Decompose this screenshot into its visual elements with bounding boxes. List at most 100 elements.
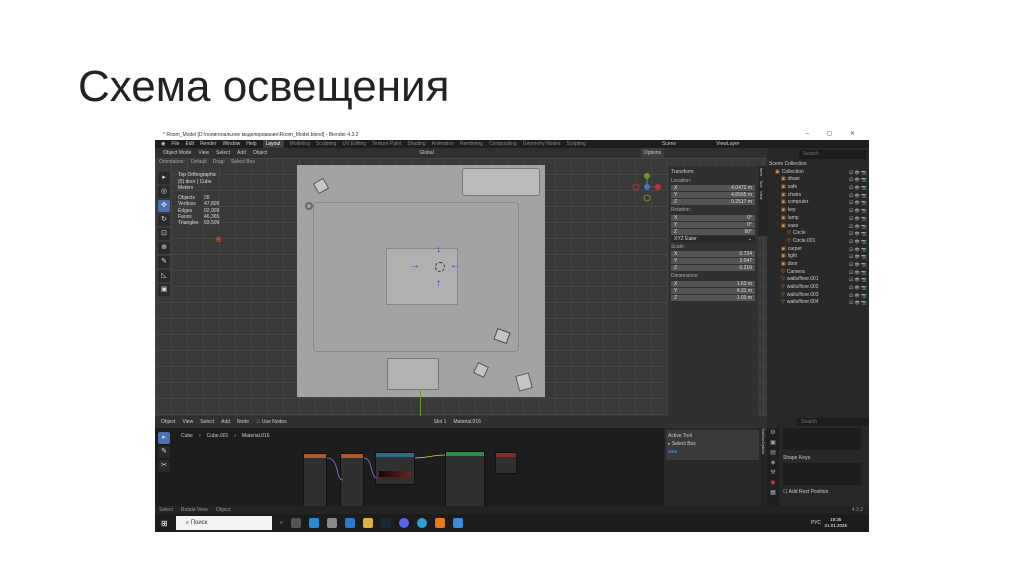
visibility-toggles[interactable]: ☑ 👁 📷 (849, 223, 867, 231)
crumb-object[interactable]: Cube (181, 433, 193, 439)
cortana-icon[interactable]: ○ (280, 520, 283, 526)
outliner-item[interactable]: ▣ Collection ☑ 👁 📷 (769, 169, 867, 177)
visibility-toggles[interactable]: ☑ 👁 📷 (849, 284, 867, 292)
outliner-item[interactable]: ▽ walls/floor.002 ☑ 👁 📷 (769, 284, 867, 292)
menu-add[interactable]: Add (237, 148, 246, 158)
rotate-tool-icon[interactable]: ↻ (158, 214, 170, 226)
outliner-item[interactable]: ▣ carpet ☑ 👁 📷 (769, 246, 867, 254)
location-x[interactable]: X 4.0472 m (671, 185, 755, 192)
windows-start-icon[interactable]: ⊞ (161, 519, 168, 528)
steam-icon[interactable] (380, 518, 391, 528)
outliner-item[interactable]: ▽ Circle.001 ☑ 👁 📷 (769, 238, 867, 246)
cursor-tool-icon[interactable]: ◎ (158, 186, 170, 198)
visibility-toggles[interactable]: ☑ 👁 📷 (849, 261, 867, 269)
orientation-dropdown[interactable]: Default (191, 158, 207, 166)
menu-select[interactable]: Select (200, 416, 214, 428)
rotation-z[interactable]: Z 90° (671, 228, 755, 235)
rotation-x[interactable]: X 0° (671, 214, 755, 221)
tab-modeling[interactable]: Modeling (290, 140, 310, 148)
light-icon[interactable] (435, 262, 445, 272)
clock[interactable]: 19:36 21.01.2025 (824, 517, 847, 529)
language-indicator[interactable]: РУС (811, 520, 821, 526)
menu-file[interactable]: File (171, 140, 179, 148)
visibility-toggles[interactable]: ☑ 👁 📷 (849, 246, 867, 254)
tab-compositing[interactable]: Compositing (489, 140, 517, 148)
outliner-item[interactable]: ▣ chairs ☑ 👁 📷 (769, 192, 867, 200)
measure-tool-icon[interactable]: ◺ (158, 270, 170, 282)
mail-icon[interactable] (344, 518, 355, 528)
tab-sculpting[interactable]: Sculpting (316, 140, 337, 148)
outliner-item[interactable]: ▣ divan ☑ 👁 📷 (769, 176, 867, 184)
menu-render[interactable]: Render (200, 140, 216, 148)
tab-texture-paint[interactable]: Texture Paint (372, 140, 401, 148)
scale-x[interactable]: X 0.734 (671, 251, 755, 258)
desk[interactable] (387, 358, 439, 390)
select-box-tool[interactable]: ▸ Select Box (668, 440, 757, 448)
visibility-toggles[interactable]: ☑ 👁 📷 (849, 199, 867, 207)
scene-collection[interactable]: Scene Collection (769, 161, 867, 169)
menu-node[interactable]: Node (237, 416, 249, 428)
blender-logo-icon[interactable]: ◉ (161, 140, 165, 148)
outliner-item[interactable]: ▣ door ☑ 👁 📷 (769, 261, 867, 269)
tab-layout[interactable]: Layout (262, 140, 284, 148)
blender-icon[interactable] (434, 518, 445, 528)
annotate-tool-icon[interactable]: ✎ (158, 256, 170, 268)
shape-keys-list[interactable] (783, 463, 861, 485)
visibility-toggles[interactable]: ☑ 👁 📷 (849, 215, 867, 223)
tab-view[interactable]: View (758, 189, 765, 202)
transform-orientation[interactable]: Global (419, 148, 433, 158)
visibility-toggles[interactable]: ☑ 👁 📷 (849, 276, 867, 284)
dimensions-x[interactable]: X 1.63 m (671, 280, 755, 287)
crumb-mesh[interactable]: Cube.001 (207, 433, 229, 439)
outliner-item[interactable]: ▣ safe ☑ 👁 📷 (769, 184, 867, 192)
menu-window[interactable]: Window (222, 140, 240, 148)
outliner-item[interactable]: ▣ lamp ☑ 👁 📷 (769, 215, 867, 223)
outliner-item[interactable]: ▣ light ☑ 👁 📷 (769, 253, 867, 261)
navigation-gizmo[interactable] (632, 172, 662, 202)
menu-object[interactable]: Object (253, 148, 267, 158)
view-layer-selector[interactable]: ViewLayer (716, 140, 739, 148)
menu-select[interactable]: Select (216, 148, 230, 158)
use-nodes-checkbox[interactable]: ☑ Use Nodes (256, 416, 287, 428)
properties-search[interactable]: Search (797, 418, 869, 426)
menu-view[interactable]: View (198, 148, 209, 158)
visibility-toggles[interactable]: ☑ 👁 📷 (849, 292, 867, 300)
annotate-tool-icon[interactable]: ✎ (158, 446, 170, 458)
shape-keys-header[interactable]: Shape Keys (783, 455, 869, 461)
add-rest-position-checkbox[interactable]: ☐ Add Rest Position (783, 489, 869, 495)
select-tool-icon[interactable]: ▸ (158, 432, 170, 444)
active-tool-header[interactable]: Active Tool (668, 432, 757, 440)
location-y[interactable]: Y 4.8505 m (671, 192, 755, 199)
visibility-toggles[interactable]: ☑ 👁 📷 (849, 238, 867, 246)
move-tool-icon[interactable]: ✥ (158, 200, 170, 212)
scene-selector[interactable]: Scene (662, 140, 676, 148)
tab-options[interactable]: Options (761, 442, 765, 454)
outliner-item[interactable]: ▽ walls/floor.001 ☑ 👁 📷 (769, 276, 867, 284)
visibility-toggles[interactable]: ☑ 👁 📷 (849, 207, 867, 215)
outliner-item[interactable]: ▽ Circle ☑ 👁 📷 (769, 230, 867, 238)
tab-view[interactable]: View (761, 434, 765, 442)
dimensions-y[interactable]: Y 4.31 m (671, 287, 755, 294)
edge-icon[interactable] (308, 518, 319, 528)
taskbar-search[interactable]: ⌕ Поиск (175, 516, 272, 530)
outliner-item[interactable]: ▽ walls/floor.004 ☑ 👁 📷 (769, 299, 867, 307)
tab-item[interactable]: Item (758, 166, 765, 178)
window-controls[interactable]: – ▢ ✕ (806, 130, 863, 137)
vertex-groups-list[interactable] (783, 428, 861, 450)
visibility-toggles[interactable]: ☑ 👁 📷 (849, 176, 867, 184)
outliner-search[interactable]: Search (799, 150, 867, 159)
crumb-material[interactable]: Material.016 (242, 433, 270, 439)
scale-y[interactable]: Y 2.047 (671, 258, 755, 265)
scale-z[interactable]: Z 0.216 (671, 265, 755, 272)
location-z[interactable]: Z 0.2517 m (671, 199, 755, 206)
visibility-toggles[interactable]: ☑ 👁 📷 (849, 169, 867, 177)
outliner-item[interactable]: ▣ computer ☑ 👁 📷 (769, 199, 867, 207)
outliner-item[interactable]: ▽ walls/floor.003 ☑ 👁 📷 (769, 292, 867, 300)
rotation-mode[interactable]: XYZ Euler ⌄ (671, 235, 755, 242)
visibility-toggles[interactable]: ☑ 👁 📷 (849, 192, 867, 200)
explorer-icon[interactable] (362, 518, 373, 528)
transform-header[interactable]: Transform (671, 169, 755, 176)
tab-uv-editing[interactable]: UV Editing (342, 140, 366, 148)
select-tool-icon[interactable]: ▸ (158, 172, 170, 184)
outliner-item[interactable]: ▣ key ☑ 👁 📷 (769, 207, 867, 215)
